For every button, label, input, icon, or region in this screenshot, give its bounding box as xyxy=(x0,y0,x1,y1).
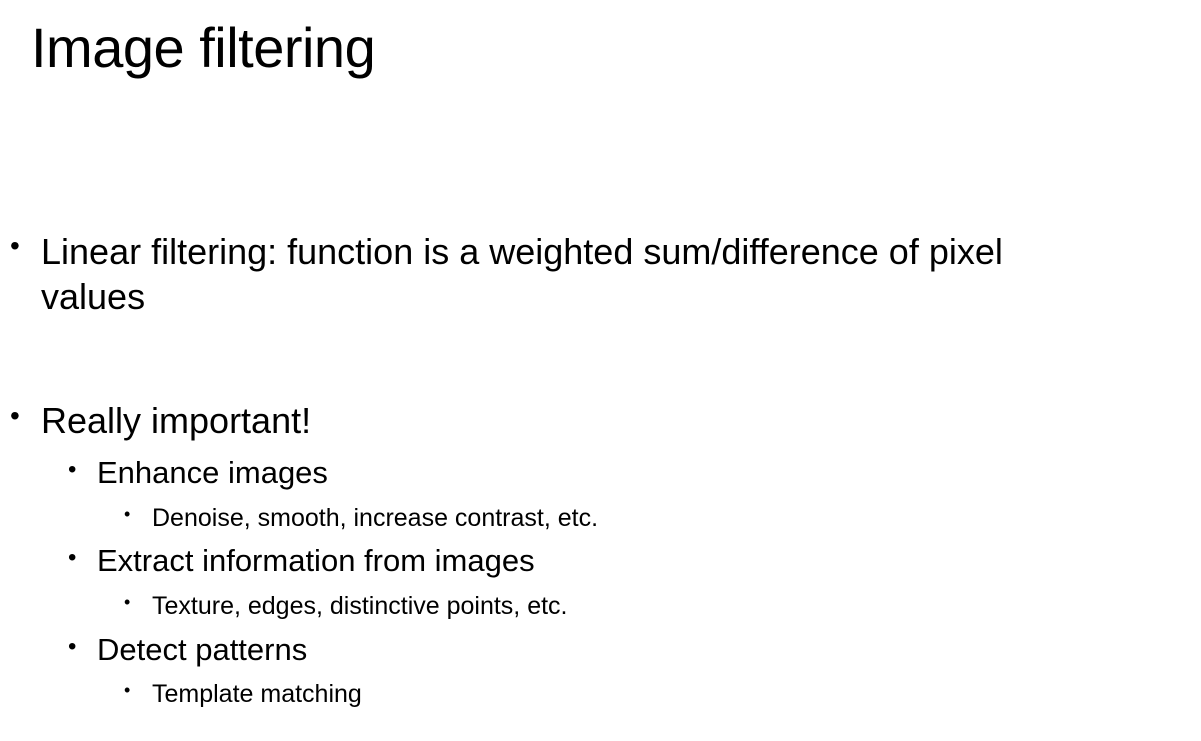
subsubbullet-template-matching: Template matching xyxy=(152,680,362,708)
bullet-really-important: Really important! xyxy=(41,400,312,441)
bullet-linear-filtering-line2: values xyxy=(41,276,146,317)
bullet-icon: • xyxy=(68,633,77,660)
subbullet-extract-information: Extract information from images xyxy=(97,543,535,578)
slide: Image filtering • Linear filtering: func… xyxy=(0,0,1201,741)
subbullet-detect-patterns: Detect patterns xyxy=(97,632,308,667)
bullet-icon: • xyxy=(124,592,131,612)
subbullet-enhance-images: Enhance images xyxy=(97,455,328,490)
bullet-icon: • xyxy=(68,544,77,571)
slide-title: Image filtering xyxy=(31,16,376,79)
bullet-linear-filtering-line1: Linear filtering: function is a weighted… xyxy=(41,231,1003,272)
subsubbullet-denoise: Denoise, smooth, increase contrast, etc. xyxy=(152,504,599,532)
subsubbullet-texture: Texture, edges, distinctive points, etc. xyxy=(152,592,568,620)
bullet-icon: • xyxy=(10,230,20,261)
bullet-icon: • xyxy=(124,504,131,524)
bullet-icon: • xyxy=(10,400,20,431)
bullet-icon: • xyxy=(68,456,77,483)
bullet-icon: • xyxy=(124,680,131,700)
